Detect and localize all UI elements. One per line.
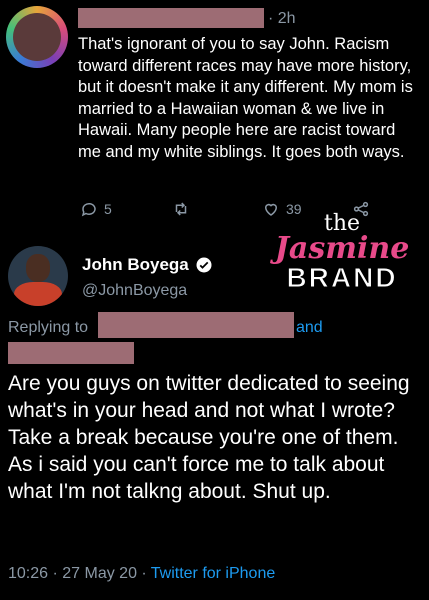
replying-and: and [296, 319, 323, 336]
reply-count: 5 [104, 201, 112, 217]
reply-text: That's ignorant of you to say John. Raci… [78, 35, 413, 161]
avatar-face [26, 254, 50, 282]
retweet-icon [175, 202, 187, 216]
author-name: John Boyega [82, 255, 189, 274]
tweet-source[interactable]: Twitter for iPhone [151, 565, 276, 583]
watermark-line-2: Jasmine [274, 231, 410, 266]
reply-avatar-inner [13, 13, 61, 61]
watermark-logo: the Jasmine BRAND [262, 213, 422, 293]
author-name-row[interactable]: John Boyega [82, 255, 213, 275]
avatar-shirt [14, 282, 62, 306]
reply-time: · 2h [268, 10, 296, 27]
author-handle[interactable]: @JohnBoyega [82, 282, 187, 300]
author-avatar[interactable] [8, 246, 68, 306]
retweet-button[interactable] [172, 200, 190, 218]
tweet-text: Are you guys on twitter dedicated to see… [8, 372, 410, 503]
reply-button[interactable]: 5 [80, 200, 112, 218]
redacted-username [78, 8, 264, 28]
comment-icon [81, 202, 96, 217]
watermark-line-3: BRAND [286, 262, 398, 293]
tweet-timestamp[interactable]: 10:26 · 27 May 20 · [8, 565, 147, 583]
redacted-mention-2[interactable] [8, 342, 134, 364]
verified-badge-icon [196, 257, 212, 273]
tweet-meta: 10:26 · 27 May 20 · Twitter for iPhone [8, 565, 275, 583]
redacted-mention-1[interactable] [98, 312, 294, 338]
replying-to-label: Replying to [8, 319, 89, 336]
